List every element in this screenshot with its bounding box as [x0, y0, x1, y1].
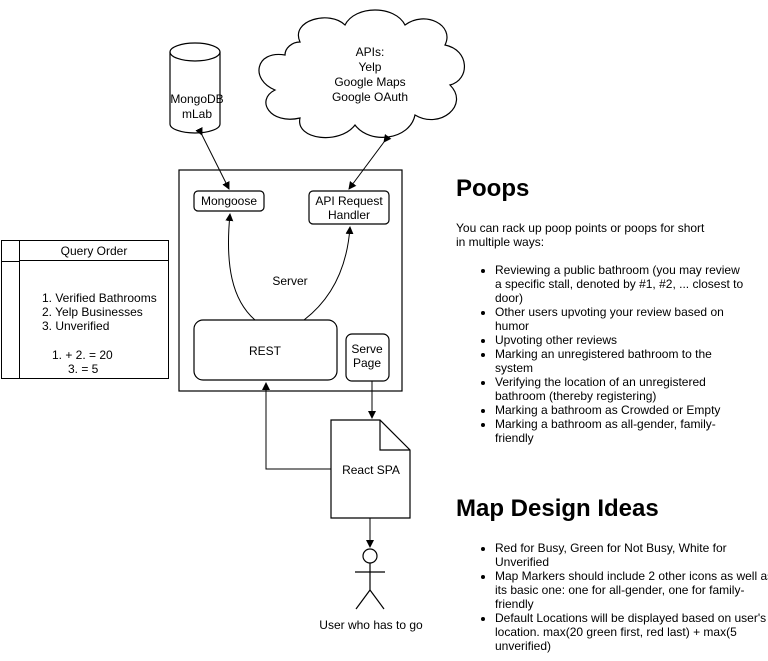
poops-bullet-list: Reviewing a public bathroom (you may rev…	[481, 263, 745, 445]
map-design-bullet-list: Red for Busy, Green for Not Busy, White …	[481, 541, 768, 653]
list-item: Marking a bathroom as Crowded or Empty	[495, 403, 745, 417]
list-item: Verifying the location of an unregistere…	[495, 375, 745, 403]
api-request-label: API Request	[315, 194, 383, 208]
react-spa-label: React SPA	[342, 463, 400, 477]
list-item: Upvoting other reviews	[495, 333, 745, 347]
map-design-title: Map Design Ideas	[456, 495, 659, 522]
mongodb-label: MongoDB	[170, 92, 223, 106]
google-oauth-label: Google OAuth	[332, 90, 408, 104]
table-stub-divider	[2, 261, 20, 262]
page-label: Page	[353, 356, 381, 370]
google-maps-label: Google Maps	[334, 75, 405, 89]
api-request-handler-node: API Request Handler	[308, 190, 390, 225]
list-item: 2. Yelp Businesses	[42, 305, 143, 319]
mongoose-label: Mongoose	[201, 194, 257, 208]
poops-intro-line-2: in multiple ways:	[456, 235, 545, 249]
list-item: Reviewing a public bathroom (you may rev…	[495, 263, 745, 305]
query-order-list: 1. Verified Bathrooms 2. Yelp Businesses…	[42, 291, 157, 333]
list-item: Default Locations will be displayed base…	[495, 611, 768, 653]
mlab-label: mLab	[182, 107, 212, 121]
mongoose-node: Mongoose	[193, 190, 265, 212]
rest-label: REST	[249, 344, 282, 358]
poops-intro-line-1: You can rack up poop points or poops for…	[456, 221, 705, 235]
list-item: Other users upvoting your review based o…	[495, 305, 745, 333]
user-label: User who has to go	[319, 618, 423, 632]
serve-page-node: Serve Page	[345, 333, 390, 382]
query-order-table: Query Order 1. Verified Bathrooms 2. Yel…	[1, 240, 169, 379]
sum-line-2: 3. = 5	[68, 362, 99, 376]
list-item: Red for Busy, Green for Not Busy, White …	[495, 541, 768, 569]
handler-label: Handler	[328, 208, 370, 222]
list-item: Marking an unregistered bathroom to the …	[495, 347, 745, 375]
list-item: Marking a bathroom as all-gender, family…	[495, 417, 745, 445]
react-spa-document-node: React SPA	[330, 419, 411, 519]
list-item: Map Markers should include 2 other icons…	[495, 569, 768, 611]
apis-cloud-node: APIs: Yelp Google Maps Google OAuth	[258, 9, 465, 139]
list-item: 3. Unverified	[42, 319, 110, 333]
user-stick-figure-icon	[355, 548, 385, 610]
rest-node: REST	[193, 319, 338, 381]
serve-label: Serve	[351, 342, 383, 356]
poops-intro: You can rack up poop points or poops for…	[456, 221, 756, 249]
sum-line-1: 1. + 2. = 20	[52, 348, 113, 362]
apis-label: APIs:	[356, 45, 385, 59]
spa-rest-connector	[262, 382, 331, 470]
query-order-sums: 1. + 2. = 20 3. = 5	[52, 348, 113, 376]
yelp-label: Yelp	[359, 60, 382, 74]
server-label: Server	[272, 274, 307, 288]
query-order-title: Query Order	[20, 241, 168, 261]
list-item: 1. Verified Bathrooms	[42, 291, 157, 305]
poops-title: Poops	[456, 175, 530, 202]
mongodb-database-node: MongoDB mLab	[169, 42, 224, 134]
